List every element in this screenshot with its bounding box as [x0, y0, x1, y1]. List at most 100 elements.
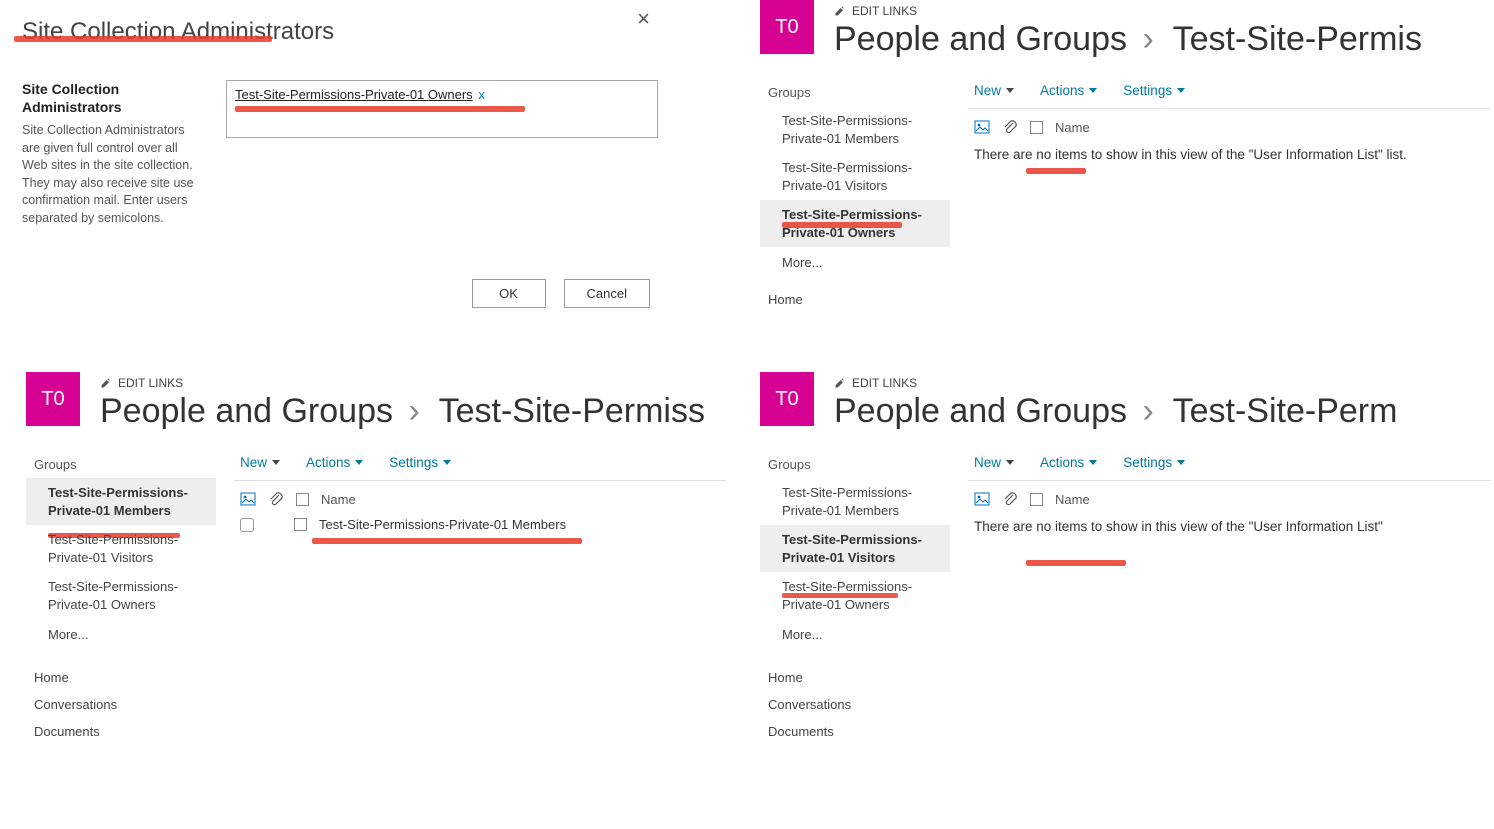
nav-conversations[interactable]: Conversations	[760, 691, 950, 718]
edit-links-button[interactable]: EDIT LINKS	[100, 376, 726, 390]
sidebar-more[interactable]: More...	[760, 619, 950, 650]
edit-links-label: EDIT LINKS	[852, 376, 917, 390]
groups-heading: Groups	[760, 83, 950, 106]
sidebar-item-members[interactable]: Test-Site-Permissions-Private-01 Members	[26, 478, 216, 525]
select-all-checkbox[interactable]	[1030, 121, 1043, 134]
chevron-down-icon	[1089, 460, 1097, 465]
people-chip[interactable]: Test-Site-Permissions-Private-01 Owners	[235, 87, 473, 102]
section-help-text: Site Collection Administrators are given…	[22, 122, 202, 227]
annotation-redline	[235, 106, 525, 112]
people-chip-remove[interactable]: x	[478, 87, 485, 102]
sidebar-item-visitors[interactable]: Test-Site-Permissions-Private-01 Visitor…	[760, 153, 950, 200]
pencil-icon	[834, 377, 846, 389]
picture-icon	[974, 491, 990, 507]
toolbar-actions[interactable]: Actions	[1040, 83, 1097, 98]
list-header-row: Name	[968, 487, 1490, 511]
groups-sidenav: Groups Test-Site-Permissions-Private-01 …	[26, 455, 216, 745]
nav-documents[interactable]: Documents	[760, 718, 950, 745]
annotation-redline	[1026, 560, 1126, 566]
breadcrumb-root[interactable]: People and Groups	[834, 20, 1127, 58]
chevron-down-icon	[1006, 460, 1014, 465]
sidebar-item-members[interactable]: Test-Site-Permissions-Private-01 Members	[760, 106, 950, 153]
cancel-button[interactable]: Cancel	[564, 279, 650, 308]
people-groups-panel-visitors: T0 EDIT LINKS People and Groups › Test-S…	[760, 372, 1490, 812]
select-all-checkbox[interactable]	[1030, 493, 1043, 506]
sidebar-item-members[interactable]: Test-Site-Permissions-Private-01 Members	[760, 478, 950, 525]
people-groups-panel-members: T0 EDIT LINKS People and Groups › Test-S…	[26, 372, 726, 812]
sidebar-more[interactable]: More...	[26, 619, 216, 650]
nav-conversations[interactable]: Conversations	[26, 691, 216, 718]
nav-home[interactable]: Home	[760, 664, 950, 691]
edit-links-button[interactable]: EDIT LINKS	[834, 376, 1490, 390]
sidebar-item-owners[interactable]: Test-Site-Permissions-Private-01 Owners	[760, 572, 950, 619]
toolbar-new[interactable]: New	[240, 455, 280, 470]
row-checkbox[interactable]	[240, 518, 254, 532]
nav-home[interactable]: Home	[26, 664, 216, 691]
chevron-down-icon	[355, 460, 363, 465]
toolbar-new[interactable]: New	[974, 83, 1014, 98]
list-area: New Actions Settings Name Test-Site-Perm…	[234, 455, 726, 745]
column-name[interactable]: Name	[1055, 492, 1090, 507]
toolbar-actions[interactable]: Actions	[1040, 455, 1097, 470]
empty-list-message: There are no items to show in this view …	[968, 511, 1490, 534]
section-heading: Site Collection Administrators	[22, 80, 202, 116]
list-toolbar: New Actions Settings	[968, 455, 1490, 470]
groups-sidenav: Groups Test-Site-Permissions-Private-01 …	[760, 455, 950, 745]
breadcrumb: People and Groups › Test-Site-Permiss	[100, 392, 726, 431]
nav-home[interactable]: Home	[760, 286, 950, 313]
sidebar-item-visitors[interactable]: Test-Site-Permissions-Private-01 Visitor…	[26, 525, 216, 572]
site-logo[interactable]: T0	[760, 372, 814, 426]
column-name[interactable]: Name	[321, 492, 356, 507]
breadcrumb-child: Test-Site-Perm	[1173, 392, 1398, 430]
picture-icon	[240, 491, 256, 507]
people-picker-input[interactable]: Test-Site-Permissions-Private-01 Owners …	[226, 80, 658, 138]
annotation-redline	[312, 538, 582, 544]
annotation-redline	[14, 36, 272, 42]
breadcrumb-root[interactable]: People and Groups	[100, 392, 393, 430]
sidebar-more[interactable]: More...	[760, 247, 950, 278]
row-checkbox-2[interactable]	[294, 518, 307, 531]
ok-button[interactable]: OK	[472, 279, 546, 308]
breadcrumb: People and Groups › Test-Site-Permis	[834, 20, 1490, 59]
breadcrumb-root[interactable]: People and Groups	[834, 392, 1127, 430]
toolbar-settings[interactable]: Settings	[1123, 455, 1185, 470]
list-toolbar: New Actions Settings	[968, 83, 1490, 98]
site-collection-admins-dialog: Site Collection Administrators × Site Co…	[0, 0, 680, 360]
breadcrumb-child: Test-Site-Permiss	[439, 392, 705, 430]
toolbar-actions[interactable]: Actions	[306, 455, 363, 470]
chevron-down-icon	[1089, 88, 1097, 93]
toolbar-new-label: New	[974, 83, 1001, 98]
toolbar-actions-label: Actions	[306, 455, 350, 470]
breadcrumb: People and Groups › Test-Site-Perm	[834, 392, 1490, 431]
site-logo[interactable]: T0	[26, 372, 80, 426]
edit-links-button[interactable]: EDIT LINKS	[834, 4, 1490, 18]
close-icon[interactable]: ×	[637, 8, 650, 30]
annotation-redline	[1026, 168, 1086, 174]
sidebar-item-visitors[interactable]: Test-Site-Permissions-Private-01 Visitor…	[760, 525, 950, 572]
toolbar-new-label: New	[974, 455, 1001, 470]
groups-sidenav: Groups Test-Site-Permissions-Private-01 …	[760, 83, 950, 313]
dialog-left-column: Site Collection Administrators Site Coll…	[22, 80, 202, 227]
attachment-icon	[268, 491, 284, 507]
groups-heading: Groups	[26, 455, 216, 478]
sidebar-item-owners[interactable]: Test-Site-Permissions-Private-01 Owners	[26, 572, 216, 619]
toolbar-actions-label: Actions	[1040, 83, 1084, 98]
list-header-row: Name	[968, 115, 1490, 139]
nav-documents[interactable]: Documents	[26, 718, 216, 745]
list-toolbar: New Actions Settings	[234, 455, 726, 470]
toolbar-settings[interactable]: Settings	[1123, 83, 1185, 98]
site-logo[interactable]: T0	[760, 0, 814, 54]
toolbar-settings-label: Settings	[1123, 83, 1172, 98]
edit-links-label: EDIT LINKS	[118, 376, 183, 390]
toolbar-settings[interactable]: Settings	[389, 455, 451, 470]
chevron-down-icon	[272, 460, 280, 465]
table-row[interactable]: Test-Site-Permissions-Private-01 Members	[234, 511, 726, 538]
toolbar-new[interactable]: New	[974, 455, 1014, 470]
chevron-down-icon	[443, 460, 451, 465]
column-name[interactable]: Name	[1055, 120, 1090, 135]
people-groups-panel-owners: T0 EDIT LINKS People and Groups › Test-S…	[760, 0, 1490, 340]
row-name[interactable]: Test-Site-Permissions-Private-01 Members	[319, 517, 566, 532]
picture-icon	[974, 119, 990, 135]
select-all-checkbox[interactable]	[296, 493, 309, 506]
attachment-icon	[1002, 119, 1018, 135]
